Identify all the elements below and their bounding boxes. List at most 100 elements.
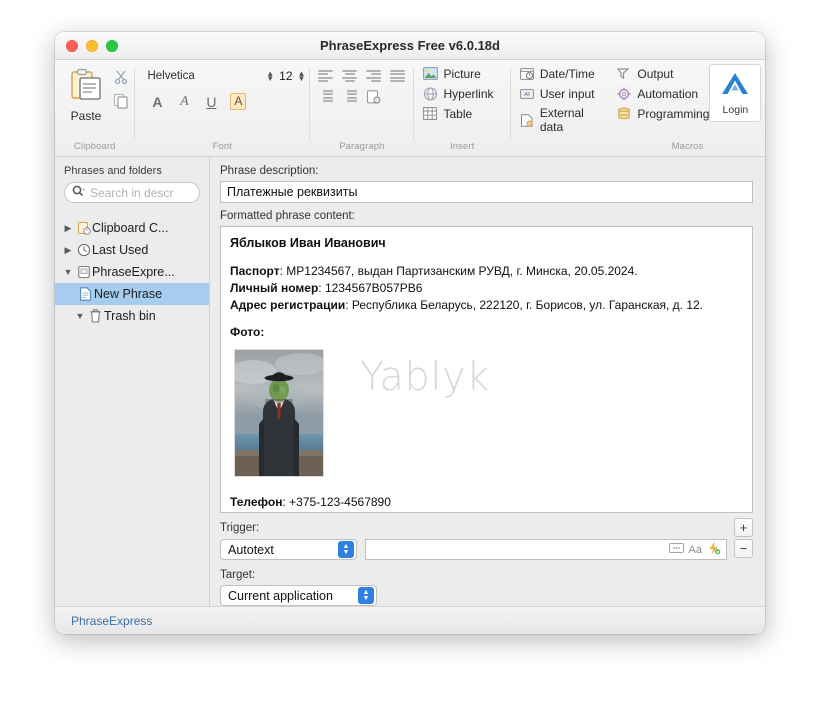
clipboard-paste-icon: [69, 67, 103, 106]
clipboard-cache-icon: [75, 221, 92, 235]
target-select[interactable]: Current application ▲ ▼: [220, 585, 377, 606]
sidebar-item-label: PhraseExpre...: [92, 265, 175, 279]
macro-datetime-label: Date/Time: [539, 66, 595, 81]
font-name-field[interactable]: Helvetica: [147, 70, 266, 82]
macro-automation-label: Automation: [637, 86, 699, 101]
align-right-icon[interactable]: [366, 70, 382, 82]
login-label: Login: [722, 103, 749, 116]
chevron-updown-icon: ▲ ▼: [358, 587, 374, 604]
window-controls: [66, 39, 118, 52]
gear-icon: [616, 86, 632, 101]
insert-table-button[interactable]: Table: [422, 106, 472, 121]
hyperlink-icon: [422, 86, 438, 101]
svg-text:All: All: [524, 92, 530, 98]
trigger-input[interactable]: Aa: [365, 539, 727, 560]
login-area: Login: [709, 60, 765, 156]
ribbon-toolbar: Paste Clipboard Helvetica ▲ ▼ 12 ▲ ▼ A A…: [55, 60, 765, 157]
macro-externaldata-button[interactable]: External data: [519, 106, 607, 134]
status-bar: PhraseExpress: [55, 606, 765, 634]
picture-icon: [422, 66, 438, 81]
font-size-stepper[interactable]: ▲ ▼: [298, 70, 306, 83]
content-line: Адрес регистрации: Республика Беларусь, …: [230, 298, 743, 314]
clock-icon: [75, 243, 92, 257]
minimize-button[interactable]: [86, 39, 98, 52]
macro-userinput-label: User input: [539, 86, 595, 101]
sidebar-title: Phrases and folders: [64, 165, 162, 177]
output-icon: [616, 66, 632, 81]
content-line: Телефон: +375-123-4567890: [230, 495, 743, 511]
sidebar-item-new-phrase[interactable]: New Phrase: [55, 283, 209, 305]
align-left-icon[interactable]: [318, 70, 334, 82]
macro-externaldata-label: External data: [539, 106, 584, 134]
content-photo[interactable]: [234, 349, 324, 478]
zoom-button[interactable]: [106, 39, 118, 52]
folder-file-icon: [75, 265, 92, 279]
chevron-down-icon[interactable]: ▼: [61, 267, 75, 277]
chevron-down-icon[interactable]: ▼: [73, 311, 87, 321]
content-line: Паспорт: MP1234567, выдан Партизанским Р…: [230, 264, 743, 280]
ribbon-group-label-paragraph: Paragraph: [339, 141, 385, 152]
align-justify-icon[interactable]: [390, 70, 406, 82]
table-icon: [422, 106, 438, 121]
add-remove-buttons: + −: [734, 518, 753, 558]
bullet-list-icon[interactable]: [318, 90, 334, 102]
underline-button[interactable]: U: [203, 94, 219, 110]
content-line: Сайт: yablyk.com: [230, 512, 743, 513]
content-tail: Телефон: +375-123-4567890 Сайт: yablyk.c…: [230, 495, 743, 513]
target-label: Target:: [220, 569, 256, 581]
font-name-stepper[interactable]: ▲ ▼: [266, 70, 274, 83]
sidebar-item-last-used[interactable]: ▶ Last Used: [55, 239, 209, 261]
trigger-target-section: Trigger: Autotext ▲ ▼ Aa + − Target: Cur…: [220, 513, 753, 606]
macro-output-button[interactable]: Output: [616, 66, 709, 81]
watermark-text: Yablyk: [360, 354, 490, 401]
sidebar-item-trash-bin[interactable]: ▼ Trash bin: [55, 305, 209, 327]
content-photo-area: Yablyk: [230, 349, 743, 487]
description-input[interactable]: [220, 181, 753, 203]
chevron-right-icon[interactable]: ▶: [61, 245, 75, 256]
lightning-icon[interactable]: [707, 541, 721, 558]
add-phrase-button[interactable]: +: [734, 518, 753, 537]
macro-output-label: Output: [637, 66, 674, 81]
italic-button[interactable]: A: [176, 94, 192, 110]
content-line-value: : yablyk.com: [259, 512, 326, 513]
bold-button[interactable]: A: [149, 94, 165, 110]
login-button[interactable]: Login: [709, 64, 762, 122]
keyboard-icon[interactable]: [668, 543, 684, 556]
ribbon-group-font: Helvetica ▲ ▼ 12 ▲ ▼ A A U A Font: [135, 60, 309, 156]
macro-programming-button[interactable]: Programming: [616, 106, 709, 121]
search-icon: [72, 184, 85, 202]
insert-picture-button[interactable]: Picture: [422, 66, 481, 81]
macro-userinput-button[interactable]: All User input: [519, 86, 607, 101]
font-size-field[interactable]: 12: [279, 69, 292, 83]
paragraph-settings-icon[interactable]: [366, 90, 381, 109]
search-input[interactable]: [88, 184, 192, 201]
highlight-button[interactable]: A: [230, 93, 247, 110]
window-body: Phrases and folders ▶: [55, 157, 765, 606]
sidebar-item-phraseexpress[interactable]: ▼ PhraseExpre...: [55, 261, 209, 283]
phraseexpress-logo-icon: [720, 71, 750, 102]
cut-icon[interactable]: [113, 69, 129, 90]
copy-icon[interactable]: [113, 93, 129, 114]
trigger-type-select[interactable]: Autotext ▲ ▼: [220, 539, 357, 560]
statusbar-link[interactable]: PhraseExpress: [71, 614, 152, 628]
sidebar-item-label: Trash bin: [104, 309, 156, 323]
close-button[interactable]: [66, 39, 78, 52]
search-box[interactable]: [64, 182, 200, 203]
remove-phrase-button[interactable]: −: [734, 539, 753, 558]
case-sensitivity-icon[interactable]: Aa: [689, 544, 702, 556]
align-center-icon[interactable]: [342, 70, 358, 82]
chevron-right-icon[interactable]: ▶: [61, 223, 75, 234]
sidebar-item-clipboard-cache[interactable]: ▶ Clipboard C...: [55, 217, 209, 239]
ribbon-group-insert: Picture Hyperlink Table Insert: [414, 60, 509, 156]
ribbon-group-label-clipboard: Clipboard: [73, 141, 116, 152]
paste-button[interactable]: Paste: [63, 67, 109, 123]
insert-table-label: Table: [443, 106, 473, 121]
numbered-list-icon[interactable]: [342, 90, 358, 102]
screenshot-root: PhraseExpress Free v6.0.18d Paste Clipbo…: [0, 0, 815, 702]
phrase-content-editor[interactable]: Яблыков Иван Иванович Паспорт: MP1234567…: [220, 226, 753, 513]
macro-automation-button[interactable]: Automation: [616, 86, 709, 101]
insert-hyperlink-button[interactable]: Hyperlink: [422, 86, 494, 101]
macro-datetime-button[interactable]: Date/Time: [519, 66, 607, 81]
content-line-value: : +375-123-4567890: [282, 495, 391, 510]
sidebar-item-label: New Phrase: [94, 287, 163, 301]
